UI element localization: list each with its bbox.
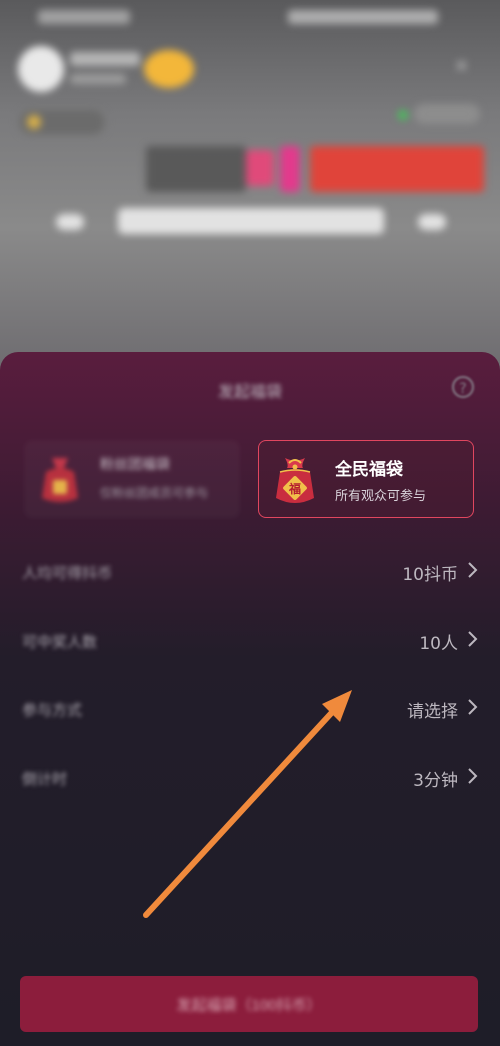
bag-type-subtitle: 仅粉丝团成员可参与 [100, 486, 209, 500]
submit-lucky-bag-button[interactable]: 发起福袋（100抖币） [20, 976, 478, 1032]
chevron-right-icon [468, 699, 478, 715]
status-bar-left [38, 10, 130, 24]
room-title [56, 200, 446, 244]
lucky-bag-icon: 福 [276, 458, 314, 503]
host-avatar[interactable] [18, 46, 64, 92]
svg-text:福: 福 [288, 481, 301, 496]
setting-row-winners[interactable]: 可中奖人数 10人 [0, 615, 500, 667]
rank-pill[interactable] [18, 108, 106, 136]
setting-row-coins[interactable]: 人均可得抖币 10抖币 [0, 546, 500, 598]
setting-value: 请选择 [407, 702, 458, 722]
bag-type-card-all[interactable]: 福 全民福袋 所有观众可参与 [258, 440, 474, 518]
gift-banner [146, 146, 484, 192]
room-title-right-mark [418, 214, 446, 230]
setting-value: 10抖币 [402, 565, 458, 585]
host-stats [70, 74, 126, 84]
status-bar-right [288, 10, 438, 24]
sheet-title: 发起福袋 [217, 382, 282, 401]
bag-type-card-fan[interactable]: 粉丝团福袋 仅粉丝团成员可参与 [24, 440, 240, 518]
sheet-header: 发起福袋 ? [0, 352, 500, 424]
setting-value: 10人 [419, 634, 458, 654]
gift-banner-icon [246, 150, 274, 186]
setting-label: 倒计时 [22, 770, 68, 788]
submit-label: 发起福袋（100抖币） [176, 997, 322, 1014]
chevron-right-icon [468, 631, 478, 647]
room-title-left-mark [56, 214, 84, 230]
setting-row-countdown[interactable]: 倒计时 3分钟 [0, 752, 500, 804]
bag-type-title: 全民福袋 [335, 460, 403, 480]
follow-badge[interactable] [144, 50, 194, 88]
setting-row-participation[interactable]: 参与方式 请选择 [0, 683, 500, 735]
lucky-bag-icon [42, 458, 78, 502]
setting-label: 可中奖人数 [22, 633, 98, 651]
host-name [70, 52, 140, 66]
setting-label: 人均可得抖币 [22, 564, 113, 582]
gift-banner-mid [280, 146, 300, 192]
online-indicator [398, 110, 408, 120]
question-circle-icon[interactable]: ? [452, 376, 474, 398]
live-stream-background: × [0, 0, 500, 380]
room-title-text [118, 208, 384, 234]
bag-type-title: 粉丝团福袋 [100, 457, 170, 473]
setting-label: 参与方式 [22, 701, 83, 719]
gift-banner-left [146, 146, 246, 192]
chevron-right-icon [468, 562, 478, 578]
close-icon[interactable]: × [454, 57, 470, 75]
viewer-count-pill[interactable] [414, 104, 480, 124]
status-bar [0, 0, 500, 34]
chevron-right-icon [468, 768, 478, 784]
bag-type-subtitle: 所有观众可参与 [335, 489, 427, 504]
screen: × 发起福袋 ? 粉丝团福袋 仅粉丝团成员可参与 福 全民福袋 所有观众可参与 … [0, 0, 500, 1046]
lucky-bag-sheet: 发起福袋 ? 粉丝团福袋 仅粉丝团成员可参与 福 全民福袋 所有观众可参与 人均… [0, 352, 500, 1046]
setting-value: 3分钟 [413, 771, 458, 791]
gift-banner-right [310, 146, 484, 192]
